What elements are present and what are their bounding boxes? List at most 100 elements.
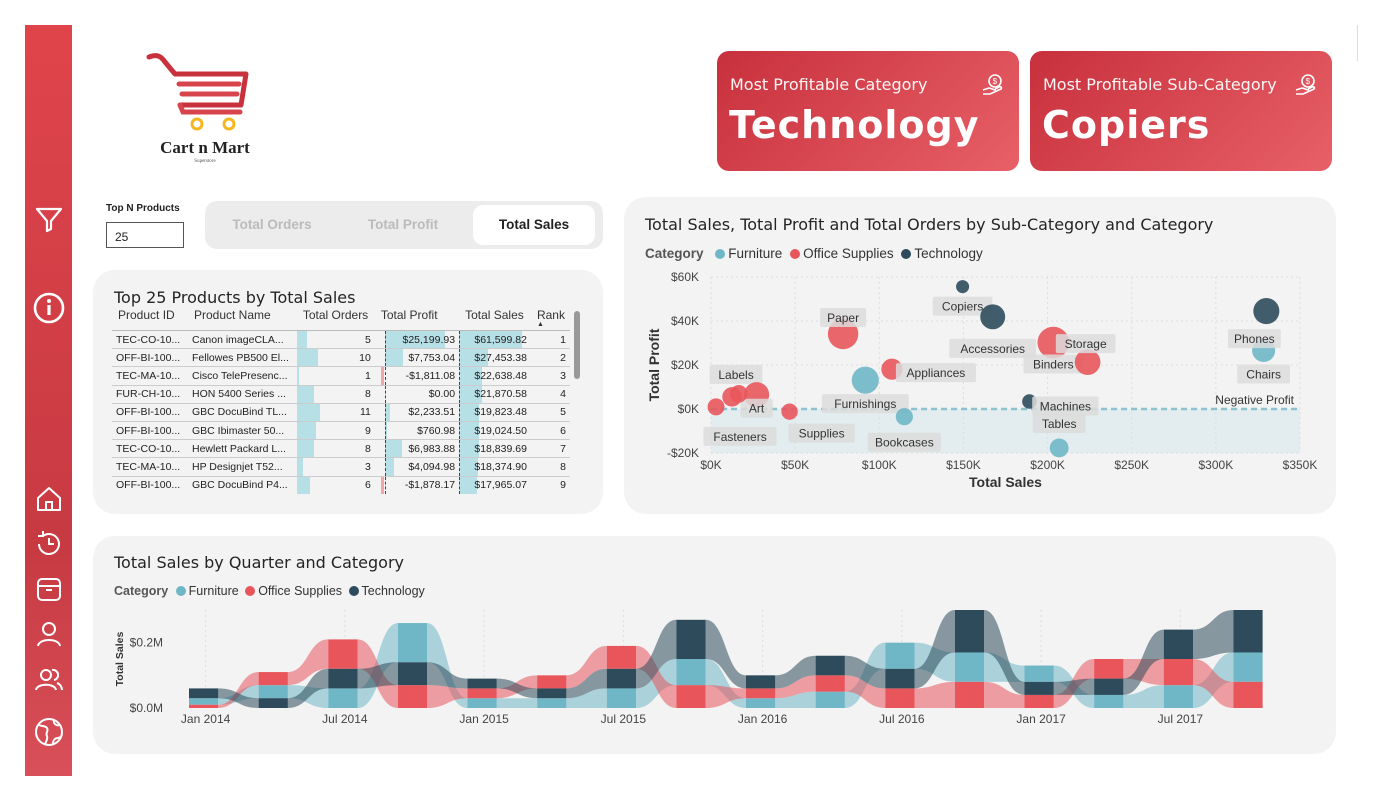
table-row[interactable]: FUR-CH-10... HON 5400 Series ... 8 $0.00 $21… <box>112 385 570 404</box>
scatter-point-phones[interactable] <box>1253 298 1280 325</box>
column-header[interactable]: Total Profit <box>374 308 460 331</box>
bar-segment-technology[interactable] <box>954 610 985 653</box>
sales-axis-line <box>459 440 461 458</box>
table-row[interactable]: TEC-MA-10... HP Designjet T52... 3 $4,094.9… <box>112 457 570 477</box>
bar-segment-furniture[interactable] <box>1163 685 1193 708</box>
bar-segment-technology[interactable] <box>676 619 706 659</box>
cell-profit: $2,233.51 <box>374 403 460 422</box>
bar-segment-furniture[interactable] <box>676 659 706 686</box>
table-row[interactable]: OFF-BI-100... GBC DocuBind P4... 6 -$1,878.… <box>112 476 570 494</box>
bar-segment-technology[interactable] <box>1163 629 1193 659</box>
cell-profit: $7,753.04 <box>374 348 460 368</box>
scatter-point-fasteners[interactable] <box>707 398 725 416</box>
bar-segment-technology[interactable] <box>1024 681 1054 695</box>
table-scrollbar[interactable] <box>574 311 580 379</box>
column-header[interactable]: Product ID <box>112 308 188 331</box>
bar-segment-furniture[interactable] <box>746 698 776 708</box>
bar-segment-technology[interactable] <box>815 655 845 676</box>
column-header[interactable]: Product Name <box>187 308 297 331</box>
bar-segment-office-supplies[interactable] <box>189 704 219 708</box>
bar-segment-technology[interactable] <box>467 678 497 689</box>
sales-axis-line <box>459 421 461 440</box>
bar-segment-furniture[interactable] <box>537 698 567 708</box>
legend-furniture[interactable]: Furniture <box>189 584 239 598</box>
bar-segment-office-supplies[interactable] <box>606 645 636 669</box>
scatter-point-supplies[interactable] <box>781 403 798 420</box>
legend-technology[interactable]: Technology <box>914 246 982 261</box>
cell-profit: -$1,878.17 <box>374 476 460 494</box>
scatter-point-accessories[interactable] <box>980 304 1006 330</box>
scatter-point-envelopes[interactable] <box>729 385 748 403</box>
bar-segment-office-supplies[interactable] <box>1233 681 1263 708</box>
legend-office-supplies[interactable]: Office Supplies <box>258 584 342 598</box>
scatter-point-furnishings[interactable] <box>851 366 879 394</box>
scatter-point-bookcases[interactable] <box>895 408 913 426</box>
bar-segment-office-supplies[interactable] <box>1024 694 1054 708</box>
bar-segment-furniture[interactable] <box>397 623 428 663</box>
scatter-point-storage[interactable] <box>1074 349 1101 375</box>
table-row[interactable]: OFF-BI-100... GBC Ibimaster 50... 9 $760.98… <box>112 421 570 441</box>
table-row[interactable]: TEC-CO-10... Canon imageCLA... 5 $25,199.93… <box>112 330 570 350</box>
info-icon[interactable] <box>33 292 65 324</box>
bar-segment-technology[interactable] <box>258 698 288 708</box>
bar-segment-furniture[interactable] <box>1094 694 1124 708</box>
tab-total-sales[interactable]: Total Sales <box>473 205 595 245</box>
history-icon[interactable] <box>33 528 65 560</box>
legend-furniture[interactable]: Furniture <box>728 246 782 261</box>
scatter-point-tables[interactable] <box>1049 438 1069 458</box>
table-row[interactable]: TEC-CO-10... Hewlett Packard L... 8 $6,983.… <box>112 439 570 459</box>
bar-segment-furniture[interactable] <box>1233 652 1263 682</box>
bar-segment-office-supplies[interactable] <box>467 688 497 699</box>
bar-segment-furniture[interactable] <box>328 688 358 708</box>
bar-segment-technology[interactable] <box>885 668 915 689</box>
bar-segment-office-supplies[interactable] <box>1163 659 1193 686</box>
bar-segment-office-supplies[interactable] <box>885 688 915 708</box>
bar-segment-furniture[interactable] <box>1024 665 1054 682</box>
bar-segment-technology[interactable] <box>1233 610 1263 653</box>
bar-segment-technology[interactable] <box>1094 678 1124 695</box>
tab-total-orders[interactable]: Total Orders <box>209 205 335 245</box>
bar-segment-office-supplies[interactable] <box>328 639 358 669</box>
bar-segment-office-supplies[interactable] <box>258 672 288 686</box>
bar-segment-furniture[interactable] <box>954 652 985 682</box>
bar-segment-furniture[interactable] <box>606 688 636 708</box>
column-header[interactable]: Rank ▲ <box>530 308 570 331</box>
legend-technology[interactable]: Technology <box>362 584 425 598</box>
globe-icon[interactable] <box>33 716 65 748</box>
bar-segment-technology[interactable] <box>397 662 428 686</box>
tab-total-profit[interactable]: Total Profit <box>339 205 467 245</box>
bar-segment-office-supplies[interactable] <box>676 685 706 708</box>
x-tick-label: Jan 2014 <box>181 712 231 726</box>
bar-segment-office-supplies[interactable] <box>537 675 567 689</box>
table-row[interactable]: OFF-BI-100... GBC DocuBind TL... 11 $2,233.… <box>112 403 570 422</box>
y-tick-label: $0K <box>678 402 699 416</box>
bar-segment-office-supplies[interactable] <box>815 675 845 692</box>
bar-segment-furniture[interactable] <box>885 642 915 669</box>
bar-segment-furniture[interactable] <box>189 698 219 705</box>
table-row[interactable]: TEC-MA-10... Cisco TelePresenc... 1 -$1,811… <box>112 366 570 386</box>
bar-segment-furniture[interactable] <box>258 685 288 699</box>
customers-icon[interactable] <box>33 663 65 695</box>
bar-segment-office-supplies[interactable] <box>954 681 985 708</box>
bar-segment-furniture[interactable] <box>815 691 845 708</box>
bar-segment-technology[interactable] <box>606 668 636 689</box>
cell-rank: 1 <box>530 330 570 350</box>
customer-icon[interactable] <box>33 618 65 650</box>
scatter-point-copiers[interactable] <box>956 280 970 294</box>
bar-segment-technology[interactable] <box>328 668 358 689</box>
legend-office-supplies[interactable]: Office Supplies <box>803 246 894 261</box>
table-row[interactable]: OFF-BI-100... Fellowes PB500 El... 10 $7,75… <box>112 348 570 368</box>
home-icon[interactable] <box>33 483 65 515</box>
bar-segment-furniture[interactable] <box>467 698 497 708</box>
column-header[interactable]: Total Orders <box>296 308 375 331</box>
bar-segment-technology[interactable] <box>189 688 219 699</box>
filter-icon[interactable] <box>33 203 65 235</box>
bar-segment-office-supplies[interactable] <box>1094 659 1124 679</box>
top-n-input[interactable]: 25 <box>106 222 184 248</box>
bar-segment-technology[interactable] <box>537 688 567 699</box>
product-icon[interactable] <box>33 573 65 605</box>
bar-segment-office-supplies[interactable] <box>397 685 428 708</box>
bar-segment-office-supplies[interactable] <box>746 688 776 699</box>
column-header[interactable]: Total Sales <box>459 308 531 331</box>
bar-segment-technology[interactable] <box>746 675 776 689</box>
